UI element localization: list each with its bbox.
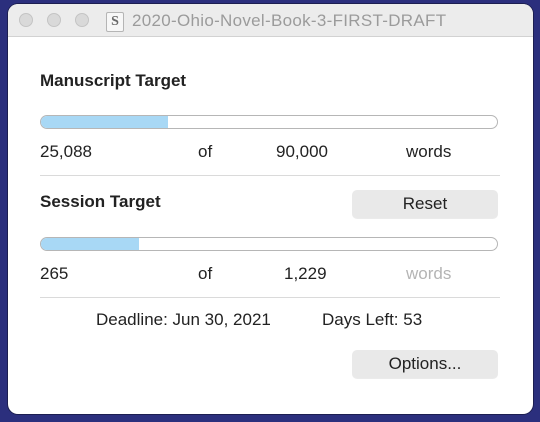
reset-button[interactable]: Reset xyxy=(352,190,498,218)
session-current-count: 265 xyxy=(40,264,69,283)
title-bar[interactable]: S 2020-Ohio-Novel-Book-3-FIRST-DRAFT xyxy=(8,4,533,37)
manuscript-progress-fill xyxy=(41,116,169,128)
zoom-window-button[interactable] xyxy=(75,13,89,27)
days-left-label: Days Left: 53 xyxy=(322,310,423,329)
manuscript-progress-bar xyxy=(40,115,498,129)
session-unit-label: words xyxy=(406,264,452,283)
deadline-label: Deadline: Jun 30, 2021 xyxy=(96,310,271,329)
scrivener-document-icon: S xyxy=(106,12,124,32)
window-title: 2020-Ohio-Novel-Book-3-FIRST-DRAFT xyxy=(132,11,447,30)
session-progress-fill xyxy=(41,238,140,250)
session-progress-bar xyxy=(40,237,498,251)
manuscript-current-count: 25,088 xyxy=(40,142,92,161)
minimize-window-button[interactable] xyxy=(47,13,61,27)
manuscript-unit-label[interactable]: words xyxy=(406,142,451,162)
session-target-count[interactable]: 1,229 xyxy=(284,264,327,284)
session-target-heading: Session Target xyxy=(40,192,161,211)
section-divider xyxy=(40,297,500,298)
manuscript-target-count[interactable]: 90,000 xyxy=(276,142,328,162)
manuscript-target-heading: Manuscript Target xyxy=(40,71,187,90)
project-targets-window: S 2020-Ohio-Novel-Book-3-FIRST-DRAFT Man… xyxy=(8,4,533,414)
manuscript-of-label: of xyxy=(198,142,213,161)
session-of-label: of xyxy=(198,264,213,283)
section-divider xyxy=(40,175,500,176)
close-window-button[interactable] xyxy=(19,13,33,27)
options-button[interactable]: Options... xyxy=(352,350,498,378)
